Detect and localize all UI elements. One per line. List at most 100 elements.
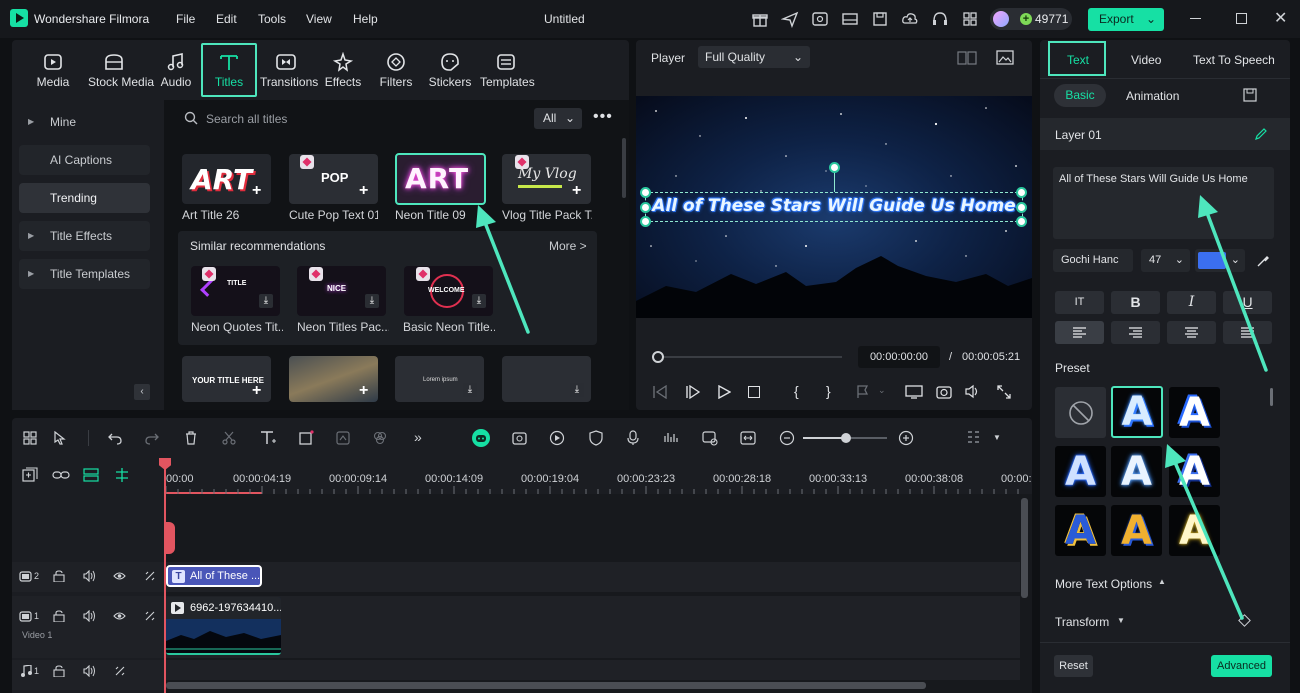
tab-media[interactable]: Media <box>27 52 79 89</box>
title-thumb-blank[interactable]: ⤓ <box>502 356 591 402</box>
lock-icon[interactable] <box>53 570 65 582</box>
add-icon[interactable]: + <box>252 383 261 399</box>
download-icon[interactable]: ⤓ <box>463 383 477 397</box>
more-tools-icon[interactable]: » <box>414 429 422 445</box>
transform-label[interactable]: Transform <box>1055 615 1109 629</box>
cut-icon[interactable] <box>222 431 236 445</box>
subtab-animation[interactable]: Animation <box>1126 89 1179 103</box>
track-lane-title[interactable] <box>164 562 1020 592</box>
marker-icon[interactable] <box>856 385 870 399</box>
export-button[interactable]: Export ⌄ <box>1088 8 1164 31</box>
zoom-out-icon[interactable] <box>779 430 795 446</box>
resize-handle-br[interactable] <box>1016 216 1027 227</box>
snapshot-icon[interactable] <box>936 384 952 399</box>
current-time[interactable]: 00:00:00:00 <box>858 346 940 368</box>
delete-icon[interactable] <box>184 431 198 445</box>
tab-video[interactable]: Video <box>1131 53 1161 67</box>
render-preview-icon[interactable] <box>511 430 529 446</box>
player-progress-track[interactable] <box>652 356 842 358</box>
resize-handle-bl[interactable] <box>640 216 651 227</box>
menu-edit[interactable]: Edit <box>216 12 237 26</box>
volume-icon[interactable] <box>965 384 981 399</box>
subtab-basic[interactable]: Basic <box>1054 84 1106 107</box>
grid-apps-icon[interactable] <box>961 10 979 28</box>
tab-text[interactable]: Text <box>1067 53 1089 67</box>
ai-edit-icon[interactable] <box>1254 127 1270 141</box>
auto-ripple-icon[interactable] <box>114 665 127 677</box>
tab-stickers[interactable]: Stickers <box>424 52 476 89</box>
add-icon[interactable]: + <box>359 383 368 399</box>
align-right-button[interactable] <box>1111 321 1160 344</box>
display-icon[interactable] <box>905 385 923 399</box>
speaker-icon[interactable] <box>83 665 96 677</box>
layout-grid-icon[interactable] <box>23 431 37 445</box>
add-track-icon[interactable] <box>22 467 38 483</box>
search-input[interactable]: Search all titles <box>206 112 287 126</box>
bold-button[interactable]: B <box>1111 291 1160 314</box>
more-link[interactable]: More > <box>549 239 587 253</box>
timeline-h-scrollbar[interactable] <box>166 682 926 689</box>
image-icon[interactable] <box>996 50 1014 66</box>
fullscreen-icon[interactable] <box>997 385 1011 399</box>
stop-icon[interactable] <box>748 386 760 398</box>
tab-titles[interactable]: Titles <box>203 52 255 89</box>
link-icon[interactable] <box>52 468 70 482</box>
headset-icon[interactable] <box>931 10 949 28</box>
caret-down-icon[interactable]: ▼ <box>993 433 1001 442</box>
tab-effects[interactable]: Effects <box>317 52 369 89</box>
font-size-select[interactable]: 47 ⌄ <box>1141 249 1190 272</box>
restore-icon[interactable] <box>1236 13 1247 24</box>
fit-icon[interactable] <box>740 430 756 446</box>
sidebar-item-title-templates[interactable]: ▶ Title Templates <box>19 259 150 289</box>
advanced-button[interactable]: Advanced <box>1211 655 1272 677</box>
tab-text-to-speech[interactable]: Text To Speech <box>1193 53 1275 67</box>
compare-view-icon[interactable] <box>957 51 977 65</box>
preset-glow-blue[interactable]: A <box>1111 446 1162 497</box>
preset-white-blue[interactable]: A <box>1169 387 1220 438</box>
speaker-icon[interactable] <box>83 570 96 582</box>
playhead-line[interactable] <box>164 458 166 693</box>
add-icon[interactable]: + <box>572 183 581 199</box>
gift-icon[interactable] <box>751 10 769 28</box>
sidebar-item-mine[interactable]: ▶ Mine <box>19 107 150 137</box>
auto-ripple-icon[interactable] <box>144 610 157 622</box>
tab-templates[interactable]: Templates <box>480 52 535 89</box>
undo-icon[interactable] <box>108 431 122 445</box>
font-select[interactable]: Gochi Hanc <box>1053 249 1133 272</box>
more-text-options[interactable]: More Text Options <box>1055 577 1152 591</box>
caret-down-icon[interactable]: ▼ <box>1117 616 1125 625</box>
quality-select[interactable]: Full Quality ⌄ <box>698 46 810 68</box>
chevron-down-icon[interactable]: ⌄ <box>878 385 886 396</box>
eye-icon[interactable] <box>113 611 126 621</box>
sidebar-item-title-effects[interactable]: ▶ Title Effects <box>19 221 150 251</box>
video-preview[interactable]: All of These Stars Will Guide Us Home <box>636 96 1032 318</box>
more-options-icon[interactable]: ••• <box>593 108 613 126</box>
add-icon[interactable]: + <box>359 183 368 199</box>
send-icon[interactable] <box>781 10 799 28</box>
sidebar-item-ai-captions[interactable]: AI Captions <box>19 145 150 175</box>
text-layout-button[interactable]: IT <box>1055 291 1104 314</box>
preset-outline-blue[interactable]: A <box>1055 446 1106 497</box>
ai-badge-icon[interactable] <box>811 10 829 28</box>
menu-help[interactable]: Help <box>353 12 378 26</box>
save-preset-icon[interactable] <box>1243 88 1257 102</box>
close-icon[interactable]: ✕ <box>1274 8 1287 28</box>
video-clip[interactable]: 6962-197634410... <box>166 597 281 655</box>
tab-transitions[interactable]: Transitions <box>260 52 318 89</box>
sidebar-item-trending[interactable]: Trending <box>19 183 150 213</box>
add-icon[interactable]: + <box>252 183 261 199</box>
layout-icon[interactable] <box>841 10 859 28</box>
menu-tools[interactable]: Tools <box>258 12 286 26</box>
rotate-handle[interactable] <box>829 162 840 173</box>
menu-view[interactable]: View <box>306 12 332 26</box>
mark-in-icon[interactable]: { <box>794 383 799 399</box>
reset-button[interactable]: Reset <box>1054 655 1093 677</box>
track-lane-audio[interactable] <box>164 660 1020 680</box>
preset-none[interactable] <box>1055 387 1106 438</box>
text-tool-icon[interactable] <box>260 430 278 446</box>
play-icon[interactable] <box>717 385 731 399</box>
chevron-down-icon[interactable]: ⌄ <box>1146 8 1156 31</box>
cloud-upload-icon[interactable] <box>901 10 919 28</box>
speed-icon[interactable] <box>336 431 350 445</box>
preset-blue-gold[interactable]: A <box>1055 505 1106 556</box>
